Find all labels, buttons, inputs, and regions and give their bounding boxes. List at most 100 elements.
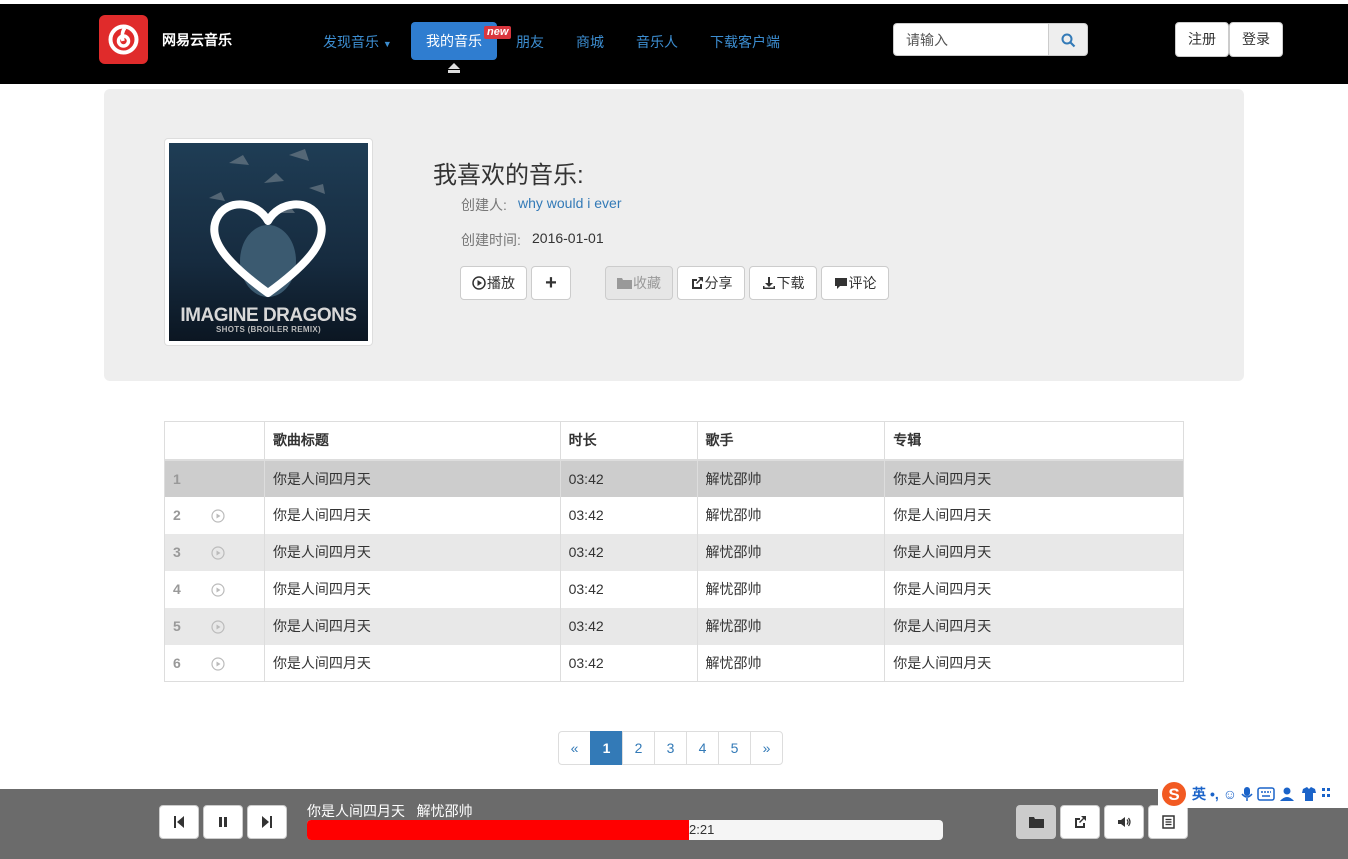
row-album: 你是人间四月天 — [884, 533, 1184, 571]
row-title: 你是人间四月天 — [263, 570, 561, 608]
add-button[interactable]: + — [531, 266, 571, 300]
folder-icon — [617, 278, 632, 289]
comment-label: 评论 — [848, 275, 877, 291]
nav-store[interactable]: 商城 — [576, 32, 604, 52]
pause-icon — [219, 817, 227, 827]
play-label: 播放 — [487, 275, 515, 291]
page-1[interactable]: 1 — [590, 731, 623, 765]
plus-icon: + — [545, 271, 557, 294]
table-row[interactable]: 4 你是人间四月天 03:42 解忧邵帅 你是人间四月天 — [164, 570, 1184, 608]
skip-forward-icon — [262, 816, 272, 828]
share-label: 分享 — [704, 275, 733, 291]
progress-bar[interactable]: 2:21 — [307, 820, 943, 840]
nav-discover[interactable]: 发现音乐 ▼ — [323, 32, 392, 52]
play-circle-icon[interactable] — [211, 620, 225, 634]
new-badge: new — [484, 26, 512, 39]
row-index-cell: 1 — [164, 459, 265, 497]
svg-text:S: S — [1168, 785, 1179, 804]
page-5[interactable]: 5 — [718, 731, 751, 765]
play-circle-icon[interactable] — [211, 583, 225, 597]
playlist-title: 我喜欢的音乐: — [433, 162, 584, 189]
row-index-cell: 6 — [164, 644, 265, 682]
play-circle-icon — [472, 276, 486, 290]
row-index: 3 — [173, 543, 181, 560]
brand-name[interactable]: 网易云音乐 — [162, 30, 232, 50]
login-button[interactable]: 登录 — [1229, 22, 1283, 57]
playlist-button[interactable] — [1148, 805, 1188, 839]
prev-track-button[interactable] — [159, 805, 199, 839]
cover-subtitle: SHOTS (BROILER REMIX) — [216, 325, 321, 334]
now-playing-artist: 解忧邵帅 — [416, 803, 473, 819]
table-row[interactable]: 6 你是人间四月天 03:42 解忧邵帅 你是人间四月天 — [164, 644, 1184, 682]
page-2[interactable]: 2 — [622, 731, 655, 765]
row-artist: 解忧邵帅 — [696, 607, 886, 645]
share-button[interactable]: 分享 — [677, 266, 745, 300]
page-3[interactable]: 3 — [654, 731, 687, 765]
user-icon[interactable] — [1279, 786, 1297, 802]
download-button[interactable]: 下载 — [749, 266, 817, 300]
nav-download-client[interactable]: 下载客户端 — [710, 32, 780, 52]
search-input[interactable] — [893, 23, 1049, 56]
pause-button[interactable] — [203, 805, 243, 839]
row-duration: 03:42 — [559, 644, 698, 682]
ime-mode[interactable]: 英 — [1192, 784, 1206, 804]
cover-art: IMAGINE DRAGONS SHOTS (BROILER REMIX) — [169, 143, 368, 341]
sogou-logo-icon[interactable]: S — [1160, 781, 1188, 807]
play-circle-icon[interactable] — [211, 546, 225, 560]
table-row[interactable]: 2 你是人间四月天 03:42 解忧邵帅 你是人间四月天 — [164, 496, 1184, 534]
search-button[interactable] — [1048, 23, 1088, 56]
row-duration: 03:42 — [559, 496, 698, 534]
header-title: 歌曲标题 — [263, 421, 561, 461]
now-playing-song: 你是人间四月天 — [307, 803, 405, 819]
row-index: 6 — [173, 654, 181, 671]
row-index-cell: 5 — [164, 607, 265, 645]
search-icon — [1061, 33, 1076, 48]
collect-button[interactable]: 收藏 — [605, 266, 673, 300]
grid-icon[interactable] — [1321, 786, 1331, 802]
skin-icon[interactable] — [1301, 786, 1317, 802]
row-duration: 03:42 — [559, 570, 698, 608]
punctuation-icon[interactable]: •, — [1210, 786, 1219, 802]
nav-musician[interactable]: 音乐人 — [636, 32, 678, 52]
collect-label: 收藏 — [633, 275, 661, 291]
header-duration: 时长 — [559, 421, 698, 461]
table-header-row: 歌曲标题 时长 歌手 专辑 — [164, 421, 1184, 461]
active-indicator-bar — [448, 70, 460, 73]
netease-logo-icon[interactable] — [99, 15, 148, 64]
volume-button[interactable] — [1104, 805, 1144, 839]
emoji-icon[interactable]: ☺ — [1223, 786, 1237, 802]
row-duration: 03:42 — [559, 533, 698, 571]
header-album: 专辑 — [884, 421, 1184, 461]
register-button[interactable]: 注册 — [1175, 22, 1229, 57]
page-next[interactable]: » — [750, 731, 783, 765]
play-circle-icon[interactable] — [211, 657, 225, 671]
comment-button[interactable]: 评论 — [821, 266, 889, 300]
folder-button[interactable] — [1016, 805, 1056, 839]
row-artist: 解忧邵帅 — [696, 496, 886, 534]
page-prev[interactable]: « — [558, 731, 591, 765]
table-row[interactable]: 3 你是人间四月天 03:42 解忧邵帅 你是人间四月天 — [164, 533, 1184, 571]
row-duration: 03:42 — [559, 459, 698, 497]
volume-icon — [1117, 817, 1131, 827]
share-player-button[interactable] — [1060, 805, 1100, 839]
play-button[interactable]: 播放 — [460, 266, 527, 300]
cover-title: IMAGINE DRAGONS — [180, 305, 357, 326]
caret-down-icon: ▼ — [382, 39, 392, 49]
table-row[interactable]: 5 你是人间四月天 03:42 解忧邵帅 你是人间四月天 — [164, 607, 1184, 645]
row-index-cell: 3 — [164, 533, 265, 571]
creator-link[interactable]: why would i ever — [518, 195, 622, 211]
table-row[interactable]: 1 你是人间四月天 03:42 解忧邵帅 你是人间四月天 — [164, 459, 1184, 497]
nav-friends[interactable]: 朋友 — [516, 32, 544, 52]
page-4[interactable]: 4 — [686, 731, 719, 765]
active-indicator-icon — [448, 63, 460, 69]
next-track-button[interactable] — [247, 805, 287, 839]
song-table: 歌曲标题 时长 歌手 专辑 1 你是人间四月天 03:42 解忧邵帅 你是人间四… — [164, 421, 1184, 682]
microphone-icon[interactable] — [1241, 786, 1253, 802]
share-icon — [1075, 816, 1086, 828]
row-title: 你是人间四月天 — [263, 607, 561, 645]
row-album: 你是人间四月天 — [884, 496, 1184, 534]
playlist-cover: IMAGINE DRAGONS SHOTS (BROILER REMIX) — [164, 138, 373, 346]
keyboard-icon[interactable] — [1257, 787, 1275, 801]
play-circle-icon[interactable] — [211, 509, 225, 523]
row-index-cell: 2 — [164, 496, 265, 534]
